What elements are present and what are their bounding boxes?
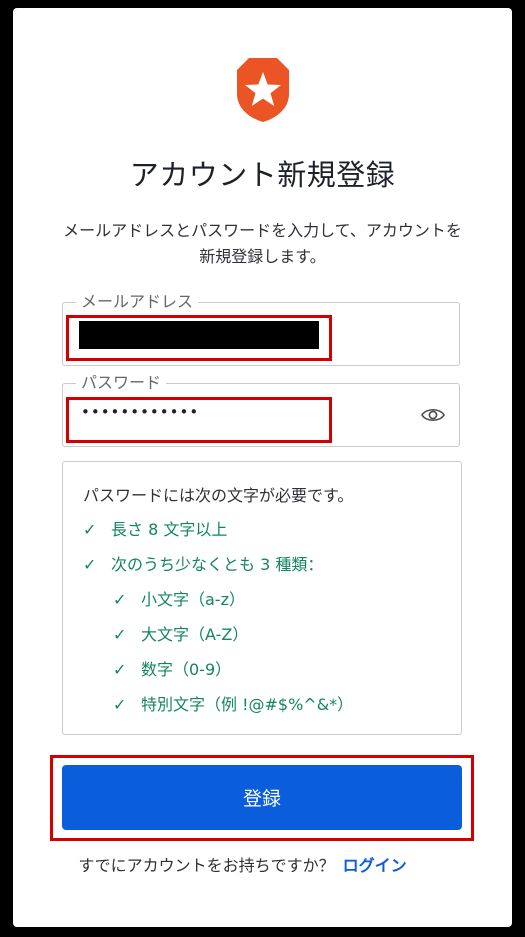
rule-lowercase: ✓ 小文字（a-z） <box>113 590 245 609</box>
check-icon: ✓ <box>83 555 97 574</box>
requirements-header: パスワードには次の文字が必要です。 <box>83 486 354 505</box>
email-label: メールアドレス <box>76 291 199 313</box>
rule-three-types: ✓ 次のうち少なくとも 3 種類： <box>83 555 324 574</box>
password-label: パスワード <box>76 372 167 394</box>
page-description: メールアドレスとパスワードを入力して、アカウントを新規登録します。 <box>63 221 462 266</box>
auth0-logo-icon <box>237 58 289 122</box>
check-icon: ✓ <box>113 660 127 679</box>
login-prompt-text: すでにアカウントをお持ちですか？ <box>78 856 335 875</box>
check-icon: ✓ <box>83 520 97 539</box>
rule-length: ✓ 長さ 8 文字以上 <box>83 520 228 539</box>
highlight-password <box>66 397 332 443</box>
check-icon: ✓ <box>113 695 127 714</box>
rule-digits: ✓ 数字（0-9） <box>113 660 232 679</box>
check-icon: ✓ <box>113 590 127 609</box>
page-title: アカウント新規登録 <box>129 158 396 192</box>
eye-icon[interactable] <box>421 404 445 426</box>
highlight-submit <box>50 755 474 841</box>
rule-special: ✓ 特別文字（例 !@#$%^&*） <box>113 695 354 714</box>
rule-uppercase: ✓ 大文字（A-Z） <box>113 625 249 644</box>
highlight-email <box>66 315 332 361</box>
login-prompt: すでにアカウントをお持ちですか？ ログイン <box>0 852 485 876</box>
login-link[interactable]: ログイン <box>343 856 407 875</box>
check-icon: ✓ <box>113 625 127 644</box>
password-requirements: パスワードには次の文字が必要です。 ✓ 長さ 8 文字以上 ✓ 次のうち少なくとも … <box>62 461 462 735</box>
